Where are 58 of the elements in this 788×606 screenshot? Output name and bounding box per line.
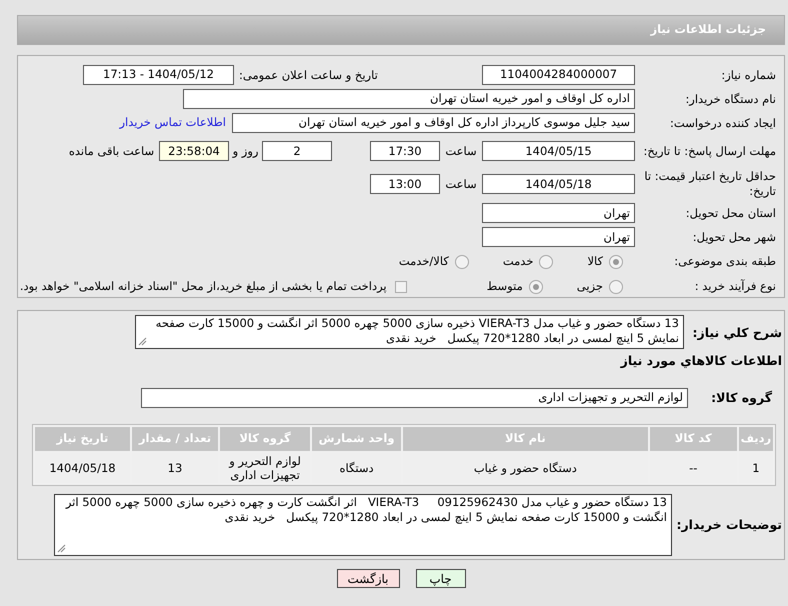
field-label: شهر محل تحویل:	[692, 230, 776, 245]
checkbox-label: پرداخت تمام یا بخشی از مبلغ خرید،از محل "اسناد خزانه اسلامی" خواهد بود.	[20, 278, 387, 295]
column-header: گروه کالا	[220, 426, 310, 451]
field-label: توضیحات خریدار:	[675, 517, 783, 532]
column-header: کد کالا	[650, 426, 737, 451]
field-label: ساعت	[444, 144, 478, 159]
radio-button[interactable]	[609, 280, 623, 294]
text-field[interactable]: 1404/05/15	[482, 141, 635, 162]
field-label: شرح کلي نياز:	[692, 324, 783, 340]
contact-link[interactable]: اطلاعات تماس خریدار	[119, 114, 226, 132]
text-field[interactable]: تهران	[482, 203, 635, 224]
field-label: ایجاد کننده درخواست:	[669, 116, 776, 130]
text-area[interactable]: 13 دستگاه حضور و غیاب مدل VIERA-T3 ذخیره سازی 5000 چهره 5000 اثر انگشت و 15000 کارت صفحه نمایش 5 اینچ لمسی در ابعاد 1280*720 پیکسل خرید نقدی	[135, 315, 684, 349]
field-label: حداقل تاریخ اعتبار قیمت: تا تاریخ:	[643, 169, 776, 200]
radio-label: کالا	[587, 253, 603, 270]
field-label: نوع فرآیند خرید :	[694, 279, 776, 294]
text-field[interactable]: لوازم التحریر و تجهیزات اداری	[141, 388, 688, 408]
radio-label: کالا/خدمت	[398, 253, 449, 270]
field-label: تاریخ و ساعت اعلان عمومی:	[238, 68, 379, 82]
field-label: طبقه بندی موضوعی:	[673, 254, 776, 270]
field-label: مهلت ارسال پاسخ: تا تاریخ:	[642, 144, 776, 159]
radio-button[interactable]	[539, 254, 554, 269]
field-label: روز و	[231, 144, 260, 159]
text-field[interactable]: سید جلیل موسوی کارپرداز اداره کل اوقاف و امور خیریه استان تهران	[232, 113, 635, 133]
radio-label: جزیی	[576, 278, 603, 295]
page-title: جزئیات اطلاعات نیاز	[650, 21, 766, 38]
radio-button[interactable]	[454, 254, 469, 269]
checkbox[interactable]	[394, 280, 407, 293]
section-heading: اطلاعات کالاهاي مورد نياز	[619, 352, 783, 370]
field-label: نام دستگاه خریدار:	[684, 92, 776, 106]
back-button[interactable]: بازگشت	[336, 569, 400, 588]
print-button[interactable]: چاپ	[416, 569, 466, 588]
resize-grip-icon[interactable]	[138, 337, 147, 346]
field-label: ساعت	[444, 176, 478, 192]
field-label: ساعت باقی مانده	[68, 144, 156, 159]
field-label: شماره نیاز:	[720, 68, 776, 82]
text-field[interactable]: 17:30	[370, 141, 440, 162]
text-field[interactable]: 1104004284000007	[482, 65, 635, 85]
radio-label: خدمت	[502, 253, 534, 270]
radio-label: متوسط	[486, 278, 523, 295]
text-field[interactable]: اداره کل اوقاف و امور خیریه استان تهران	[183, 89, 635, 109]
text-field[interactable]: 1404/05/18	[482, 174, 635, 194]
resize-grip-icon[interactable]	[57, 544, 66, 553]
field-label: گروه کالا:	[710, 390, 773, 406]
radio-button[interactable]	[609, 254, 623, 269]
text-area[interactable]: 13 دستگاه حضور و غیاب مدل 09125962430 VIERA-T3 اثر انگشت کارت و چهره ذخیره سازی 5000 چهره 5000 اثر انگشت و 15000 کارت صفحه نمایش 5 اینچ لمسی در ابعاد 1280*720 پیکسل خرید نقدی	[54, 494, 672, 556]
radio-button[interactable]	[528, 280, 543, 294]
column-header: ردیف	[738, 426, 773, 451]
text-field[interactable]: 23:58:04	[159, 141, 229, 162]
field-label: استان محل تحویل:	[684, 206, 776, 221]
column-header: واحد شمارش	[312, 426, 402, 451]
text-field[interactable]: 2	[262, 141, 332, 162]
column-header: تعداد / مقدار	[132, 426, 218, 451]
text-field[interactable]: 13:00	[370, 174, 440, 194]
column-header: نام کالا	[403, 426, 648, 451]
text-field[interactable]: تهران	[482, 227, 635, 248]
column-header: تاریخ نیاز	[35, 426, 130, 451]
text-field[interactable]: 1404/05/12 - 17:13	[83, 65, 234, 85]
